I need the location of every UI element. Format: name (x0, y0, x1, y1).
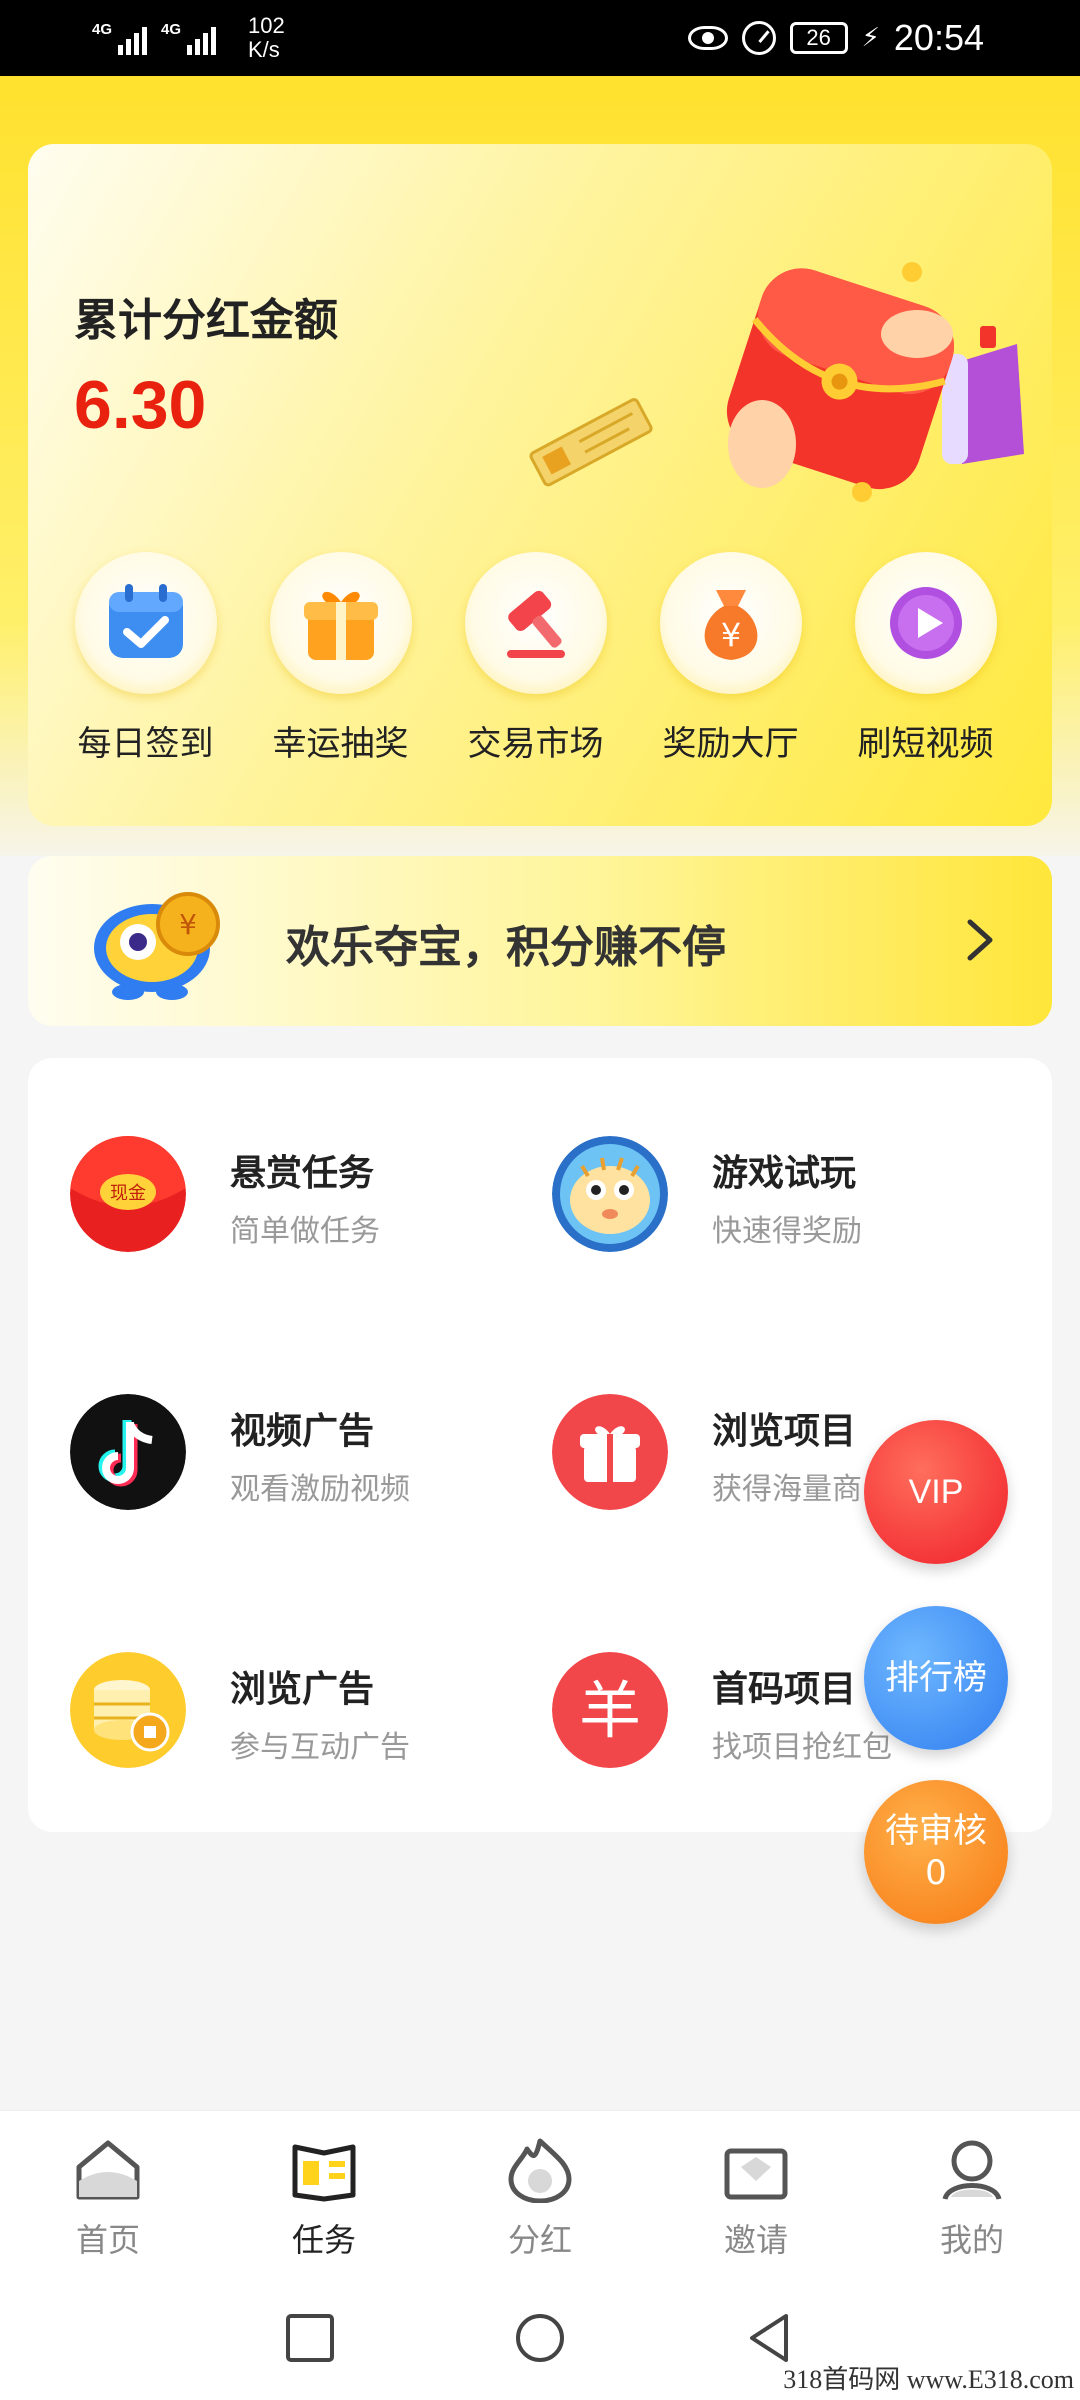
speed-value: 102 (248, 13, 285, 38)
eye-icon (687, 26, 728, 50)
cash-label: 现金 (110, 1183, 146, 1204)
quick-reward-hall[interactable]: ¥ 奖励大厅 (633, 552, 828, 765)
clock: 20:54 (893, 17, 984, 58)
profile-icon (942, 2140, 1002, 2201)
task-title: 首码项目 (712, 1669, 857, 1710)
vip-label: VIP (908, 1473, 964, 1511)
network-type-1: 4G (92, 21, 113, 38)
task-bounty[interactable]: 现金 悬赏任务 简单做任务 (28, 1126, 468, 1256)
task-subtitle: 找项目抢红包 (712, 1730, 892, 1765)
quick-lucky-draw[interactable]: 幸运抽奖 (243, 552, 438, 765)
nav-home[interactable]: 首页 (0, 2111, 216, 2278)
yang-glyph: 羊 (579, 1674, 641, 1747)
quick-label: 每日签到 (77, 724, 214, 764)
banner-text: 欢乐夺宝，积分赚不停 (286, 922, 726, 973)
pending-review-button[interactable]: 待审核 0 (864, 1780, 1008, 1924)
red-envelope-icon: 现金 (70, 1136, 186, 1252)
speed-unit: K/s (248, 37, 280, 62)
quick-daily-checkin[interactable]: 每日签到 (48, 552, 243, 765)
gift-box-icon (552, 1394, 668, 1510)
quick-short-video[interactable]: 刷短视频 (828, 552, 1023, 765)
chevron-right-icon (967, 919, 993, 961)
network-type-2: 4G (161, 21, 182, 38)
nav-tasks[interactable]: 任务 (216, 2111, 432, 2278)
quick-icon-bg (464, 552, 607, 694)
task-book-icon (292, 2144, 356, 2202)
task-game-trial[interactable]: 游戏试玩 快速得奖励 (510, 1126, 950, 1256)
yuan-icon: 羊 (552, 1652, 668, 1768)
task-video-ad[interactable]: 视频广告 观看激励视频 (28, 1384, 468, 1514)
pending-review-label: 待审核 (885, 1811, 987, 1851)
quick-label: 幸运抽奖 (272, 724, 409, 764)
svg-text:¥: ¥ (720, 616, 740, 654)
battery-icon: 26 (789, 22, 848, 54)
task-title: 浏览广告 (230, 1669, 375, 1710)
nav-label: 我的 (939, 2221, 1004, 2259)
status-right: 26 ⚡ 20:54 (687, 12, 984, 64)
network-speed: 102 K/s (248, 14, 285, 62)
pufferfish-game-icon (552, 1136, 668, 1252)
red-envelope-hand-illustration (529, 262, 1024, 502)
gavel-icon (506, 590, 565, 658)
task-subtitle: 快速得奖励 (712, 1214, 862, 1249)
task-title: 游戏试玩 (712, 1153, 857, 1194)
nav-label: 邀请 (723, 2221, 788, 2259)
quick-actions: 每日签到 幸运抽奖 交易市场 ¥ 奖励大厅 刷短视频 (28, 552, 1052, 765)
nav-label: 首页 (75, 2221, 140, 2259)
treasure-banner[interactable]: ¥ 欢乐夺宝，积分赚不停 (28, 856, 1052, 1026)
pending-review-count: 0 (925, 1853, 947, 1893)
charging-icon: ⚡ (861, 23, 880, 53)
status-left: 4G 4G 102 K/s (92, 12, 285, 64)
dividend-title: 累计分红金额 (74, 295, 338, 346)
task-title: 视频广告 (230, 1411, 375, 1452)
task-title: 悬赏任务 (230, 1153, 375, 1194)
system-nav-bar: 318首码网 www.E318.com (0, 2278, 1080, 2400)
quick-label: 交易市场 (467, 724, 604, 764)
coin-stack-icon (70, 1652, 186, 1768)
leaderboard-label: 排行榜 (885, 1658, 987, 1698)
task-title: 浏览项目 (712, 1411, 857, 1452)
nav-dividend[interactable]: 分红 (432, 2111, 648, 2278)
signal-icon: 4G (161, 21, 216, 55)
play-icon (889, 587, 962, 659)
nav-label: 任务 (291, 2221, 356, 2259)
quick-icon-bg (74, 552, 217, 694)
task-subtitle: 获得海量商 (712, 1472, 862, 1507)
home-circle-icon[interactable] (512, 2310, 568, 2366)
speedometer-icon (741, 21, 776, 55)
recents-icon[interactable] (282, 2310, 338, 2366)
task-subtitle: 简单做任务 (230, 1214, 380, 1249)
quick-trade-market[interactable]: 交易市场 (438, 552, 633, 765)
envelope-icon (724, 2148, 788, 2200)
vip-button[interactable]: VIP (864, 1420, 1008, 1564)
quick-icon-bg (854, 552, 997, 694)
quick-icon-bg: ¥ (659, 552, 802, 694)
svg-text:¥: ¥ (179, 908, 197, 941)
task-subtitle: 观看激励视频 (230, 1472, 410, 1507)
treasure-mascot-icon: ¥ (94, 892, 220, 1000)
nav-label: 分红 (507, 2221, 572, 2259)
dividend-amount: 6.30 (74, 367, 207, 443)
signal-icon: 4G (92, 21, 147, 55)
watermark: 318首码网 www.E318.com (783, 2365, 1074, 2394)
status-bar: 4G 4G 102 K/s 26 ⚡ 20:54 (0, 0, 1080, 76)
leaderboard-button[interactable]: 排行榜 (864, 1606, 1008, 1750)
quick-label: 刷短视频 (857, 724, 994, 764)
quick-icon-bg (269, 552, 412, 694)
back-triangle-icon[interactable] (742, 2310, 798, 2366)
tiktok-icon (70, 1394, 186, 1510)
bottom-nav: 首页 任务 分红 邀请 我的 (0, 2110, 1080, 2278)
home-icon (76, 2140, 140, 2200)
money-bag-icon: ¥ (704, 590, 757, 660)
task-browse-ads[interactable]: 浏览广告 参与互动广告 (28, 1642, 468, 1772)
nav-profile[interactable]: 我的 (864, 2111, 1080, 2278)
dividend-card: 累计分红金额 6.30 每日签到 幸运抽奖 交易市场 ¥ 奖励大厅 刷短视频 (28, 144, 1052, 826)
gift-icon (303, 591, 378, 660)
calendar-check-icon (108, 584, 183, 658)
flame-icon (508, 2138, 572, 2204)
task-subtitle: 参与互动广告 (230, 1730, 410, 1765)
nav-invite[interactable]: 邀请 (648, 2111, 864, 2278)
quick-label: 奖励大厅 (662, 724, 799, 764)
